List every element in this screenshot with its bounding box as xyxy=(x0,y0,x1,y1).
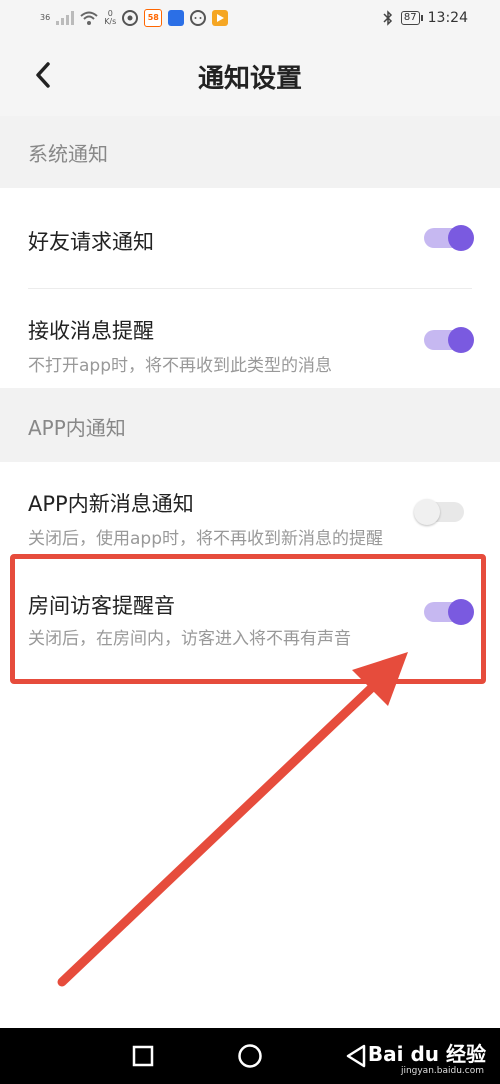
section-label-app: APP内通知 xyxy=(28,416,126,440)
toggle-in-app-message[interactable] xyxy=(414,499,464,525)
bluetooth-icon xyxy=(383,10,392,26)
setting-title: 接收消息提醒 xyxy=(28,319,154,343)
chat-icon xyxy=(190,10,207,26)
triangle-back-icon xyxy=(346,1044,366,1068)
toggle-friend-request[interactable] xyxy=(424,225,474,251)
setting-title: 好友请求通知 xyxy=(28,230,154,254)
network-label: 36 xyxy=(40,13,51,22)
highlight-annotation-box xyxy=(10,554,486,684)
signal-icon xyxy=(56,11,75,25)
toggle-message-reminder[interactable] xyxy=(424,327,474,353)
app-58-label: 58 xyxy=(147,13,159,22)
toggle-thumb xyxy=(414,499,440,525)
app-c-icon xyxy=(122,10,139,26)
watermark-url: jingyan.baidu.com xyxy=(400,1066,484,1076)
status-right: 87 13:24 xyxy=(383,8,468,28)
page-title: 通知设置 xyxy=(197,64,302,94)
app-play-icon xyxy=(212,10,229,26)
watermark-brand: Bai du 经验 xyxy=(367,1042,486,1066)
home-button[interactable] xyxy=(236,1042,264,1070)
setting-title: APP内新消息通知 xyxy=(28,492,194,516)
system-nav-bar: Bai du 经验 jingyan.baidu.com xyxy=(0,1028,500,1084)
setting-row-message-reminder[interactable]: 接收消息提醒 不打开app时，将不再收到此类型的消息 xyxy=(0,289,500,388)
wifi-icon xyxy=(80,11,98,25)
section-header-system: 系统通知 xyxy=(0,116,500,188)
toggle-thumb xyxy=(448,225,474,251)
setting-subtitle: 不打开app时，将不再收到此类型的消息 xyxy=(28,356,332,376)
section-header-app: APP内通知 xyxy=(0,388,500,462)
battery-level: 87 xyxy=(403,12,417,23)
setting-row-friend-request[interactable]: 好友请求通知 xyxy=(0,188,500,288)
recents-button[interactable] xyxy=(129,1042,157,1070)
status-left: 36 0 K/s 58 xyxy=(40,8,229,28)
toggle-thumb xyxy=(448,327,474,353)
circle-icon xyxy=(238,1044,262,1068)
speed-unit: K/s xyxy=(104,17,117,26)
square-icon xyxy=(132,1045,154,1067)
section-label-system: 系统通知 xyxy=(28,142,108,166)
clock: 13:24 xyxy=(427,10,468,26)
setting-row-in-app-message[interactable]: APP内新消息通知 关闭后，使用app时，将不再收到新消息的提醒 xyxy=(0,462,500,562)
app-blue-icon xyxy=(168,10,185,26)
app-header: 通知设置 xyxy=(0,36,500,116)
setting-subtitle: 关闭后，使用app时，将不再收到新消息的提醒 xyxy=(28,529,383,549)
battery-indicator: 87 xyxy=(400,11,423,25)
back-nav-button[interactable] xyxy=(342,1042,370,1070)
status-bar: 36 0 K/s 58 87 13:24 xyxy=(0,0,500,36)
network-speed: 0 K/s xyxy=(104,10,116,26)
app-58-icon: 58 xyxy=(144,9,163,27)
